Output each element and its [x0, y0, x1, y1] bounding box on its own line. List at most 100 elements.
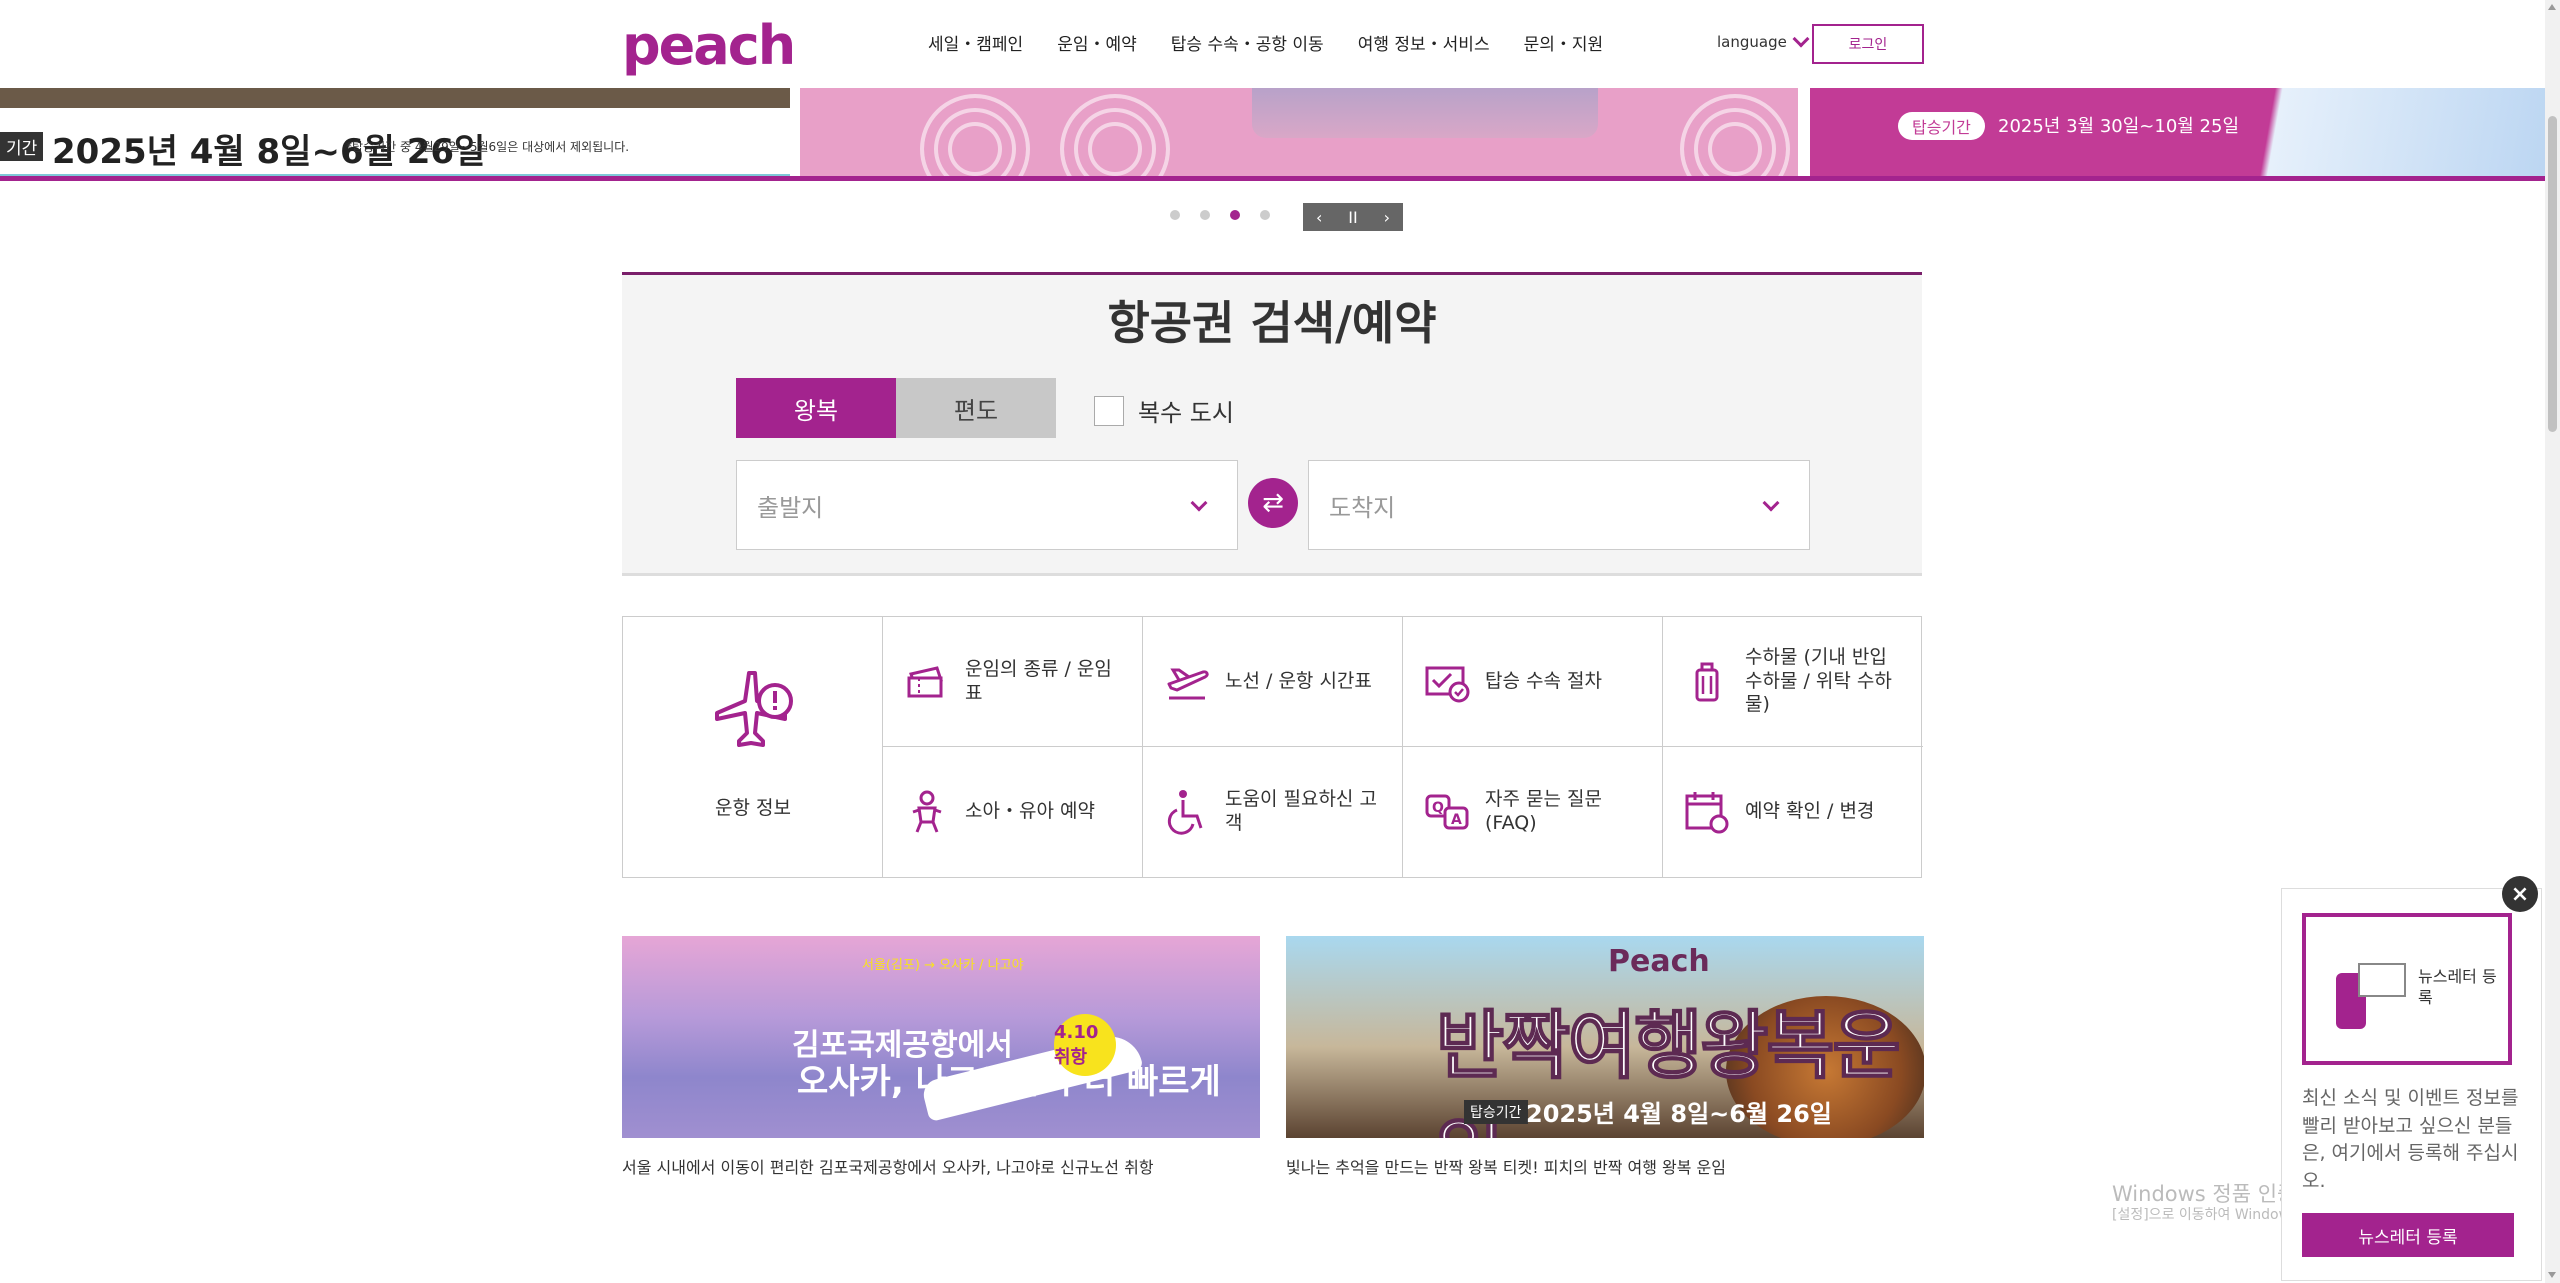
quick-checkin-label: 탑승 수속 절차 — [1485, 669, 1602, 692]
banner-period-tag: 기간 — [0, 132, 44, 161]
carousel-dot[interactable] — [1170, 210, 1180, 220]
quick-assistance[interactable]: 도움이 필요하신 고객 — [1143, 747, 1403, 877]
ticket-icon — [907, 665, 943, 697]
prev-icon[interactable]: ‹ — [1316, 208, 1322, 227]
scroll-up-icon[interactable] — [2548, 4, 2556, 10]
plane-alert-icon — [715, 671, 793, 747]
promo-brand: Peach — [1608, 944, 1710, 979]
promo-image-sparkle: Peach 반짝여행왕복운임 탑승기간 2025년 4월 8일~6월 26일 — [1286, 936, 1924, 1138]
baby-icon — [912, 790, 942, 833]
pause-icon[interactable]: II — [1348, 208, 1357, 227]
promo-image-gimpo: 서울(김포) → 오사카 / 나고야 김포국제공항에서 오사카, 나고야까지 더… — [622, 936, 1260, 1138]
swap-icon[interactable]: ⇄ — [1248, 478, 1298, 528]
banner-photo — [1252, 88, 1598, 138]
envelope-icon — [2358, 963, 2406, 997]
newsletter-description: 최신 소식 및 이벤트 정보를 빨리 받아보고 싶으신 분들은, 여기에서 등록… — [2302, 1087, 2519, 1192]
nav-checkin[interactable]: 탑승 수속・공항 이동 — [1171, 30, 1324, 55]
language-selector[interactable]: language — [1717, 30, 1810, 51]
chevron-down-icon — [1792, 30, 1810, 48]
multi-city-label: 복수 도시 — [1138, 399, 1234, 427]
quick-menu: 운항 정보 운임의 종류 / 운임표 노선 / 운항 시간표 탑승 수속 절차 … — [622, 616, 1923, 878]
chevron-down-icon — [1190, 494, 1208, 512]
newsletter-graphic-label: 뉴스레터 등록 — [2418, 967, 2497, 1007]
promo-card-gimpo[interactable]: 서울(김포) → 오사카 / 나고야 김포국제공항에서 오사카, 나고야까지 더… — [622, 936, 1260, 1178]
quick-fare-types-label: 운임의 종류 / 운임표 — [965, 657, 1112, 704]
quick-flight-status-label: 운항 정보 — [715, 797, 791, 819]
quick-infant-label: 소아・유아 예약 — [965, 800, 1095, 823]
quick-manage-booking[interactable]: 예약 확인 / 변경 — [1663, 747, 1923, 877]
newsletter-subscribe-button[interactable]: 뉴스레터 등록 — [2302, 1213, 2514, 1257]
quick-manage-booking-label: 예약 확인 / 변경 — [1745, 800, 1875, 823]
luggage-icon — [1695, 662, 1719, 701]
departure-select[interactable]: 출발지 — [736, 460, 1238, 550]
flight-search: 항공권 검색/예약 왕복 편도 복수 도시 출발지 ⇄ 도착지 — [622, 272, 1922, 576]
newsletter-graphic[interactable]: 뉴스레터 등록 — [2302, 913, 2512, 1065]
tab-round-trip[interactable]: 왕복 — [736, 378, 896, 438]
hero-carousel: 기간 2025년 4월 8일~6월 26일 *탑승기간 중 4월29일~5월6일… — [0, 88, 2545, 182]
nav-sale[interactable]: 세일・캠페인 — [928, 30, 1023, 55]
page: peach 세일・캠페인 운임・예약 탑승 수속・공항 이동 여행 정보・서비스… — [0, 0, 2560, 1283]
promo-route: 서울(김포) → 오사카 / 나고야 — [862, 958, 1024, 973]
carousel-controls: ‹ II › — [1303, 203, 1403, 231]
quick-routes[interactable]: 노선 / 운항 시간표 — [1143, 617, 1403, 747]
scroll-down-icon[interactable] — [2548, 1272, 2556, 1278]
login-button[interactable]: 로그인 — [1812, 24, 1924, 64]
promo-period-tag: 탑승기간 — [1464, 1100, 1528, 1124]
peach-logo[interactable]: peach — [622, 14, 796, 77]
next-icon[interactable]: › — [1384, 208, 1390, 227]
site-header: peach 세일・캠페인 운임・예약 탑승 수속・공항 이동 여행 정보・서비스… — [0, 0, 2545, 88]
plane-departure-icon — [1167, 668, 1209, 699]
nav-travel-info[interactable]: 여행 정보・서비스 — [1358, 30, 1490, 55]
promo-caption[interactable]: 빛나는 추억을 만드는 반짝 왕복 티켓! 피치의 반짝 여행 왕복 운임 — [1286, 1154, 1924, 1178]
wave-pattern — [1680, 94, 1790, 176]
banner-slide-1[interactable]: 기간 2025년 4월 8일~6월 26일 *탑승기간 중 4월29일~5월6일… — [0, 88, 790, 176]
search-title: 항공권 검색/예약 — [1107, 296, 1437, 350]
promo-caption[interactable]: 서울 시내에서 이동이 편리한 김포국제공항에서 오사카, 나고야로 신규노선 … — [622, 1154, 1260, 1178]
page-scrollbar[interactable] — [2545, 0, 2560, 1283]
nav-support[interactable]: 문의・지원 — [1524, 30, 1604, 55]
boarding-pass-check-icon — [1425, 666, 1470, 702]
quick-baggage[interactable]: 수하물 (기내 반입 수하물 / 위탁 수하물) — [1663, 617, 1923, 747]
promo-card-sparkle[interactable]: Peach 반짝여행왕복운임 탑승기간 2025년 4월 8일~6월 26일 빛… — [1286, 936, 1924, 1178]
close-icon[interactable]: × — [2502, 876, 2538, 912]
quick-faq[interactable]: Q A 자주 묻는 질문 (FAQ) — [1403, 747, 1663, 877]
tab-one-way[interactable]: 편도 — [896, 378, 1056, 438]
arrival-select[interactable]: 도착지 — [1308, 460, 1810, 550]
promo-period-date: 2025년 4월 8일~6월 26일 — [1526, 1100, 1832, 1128]
banner-slide-2[interactable] — [800, 88, 1798, 176]
wheelchair-icon — [1167, 790, 1203, 835]
multi-city-checkbox[interactable] — [1094, 395, 1124, 426]
multi-city-option[interactable]: 복수 도시 — [1094, 393, 1234, 428]
banner-slide-3[interactable]: 탑승기간 2025년 3월 30일~10월 25일 — [1810, 88, 2545, 176]
carousel-dot[interactable] — [1200, 210, 1210, 220]
quick-fare-types[interactable]: 운임의 종류 / 운임표 — [883, 617, 1143, 747]
carousel-dot[interactable] — [1260, 210, 1270, 220]
scrollbar-thumb[interactable] — [2548, 116, 2557, 432]
language-label: language — [1717, 33, 1787, 51]
banner-photo — [0, 88, 790, 108]
banner-period-tag: 탑승기간 — [1898, 112, 1985, 140]
svg-text:Q: Q — [1432, 800, 1444, 816]
calendar-icon — [1685, 792, 1729, 834]
carousel-dots — [1170, 210, 1270, 220]
trip-type-tabs: 왕복 편도 — [736, 378, 1056, 438]
newsletter-popup: 뉴스레터 등록 최신 소식 및 이벤트 정보를 빨리 받아보고 싶으신 분들은,… — [2281, 888, 2542, 1281]
quick-routes-label: 노선 / 운항 시간표 — [1225, 669, 1372, 692]
promo-badge: 4.10 취항 — [1054, 1014, 1116, 1076]
banner-note: *탑승기간 중 4월29일~5월6일은 대상에서 제외됩니다. — [346, 140, 630, 154]
promo-headline-1: 김포국제공항에서 — [792, 1028, 1013, 1063]
banner-period-date: 2025년 3월 30일~10월 25일 — [1998, 116, 2240, 137]
carousel-dot-active[interactable] — [1230, 210, 1240, 220]
wave-pattern — [1060, 94, 1170, 176]
quick-faq-label: 자주 묻는 질문 (FAQ) — [1485, 788, 1602, 834]
main-nav: 세일・캠페인 운임・예약 탑승 수속・공항 이동 여행 정보・서비스 문의・지원 — [928, 30, 1603, 55]
nav-fares[interactable]: 운임・예약 — [1057, 30, 1137, 55]
promo-headline-2: 오사카, 나고야까지 더 빠르게 — [797, 1062, 1221, 1102]
quick-infant[interactable]: 소아・유아 예약 — [883, 747, 1143, 877]
wave-pattern — [920, 94, 1030, 176]
departure-placeholder: 출발지 — [757, 493, 824, 522]
faq-icon: Q A — [1425, 794, 1469, 830]
quick-checkin[interactable]: 탑승 수속 절차 — [1403, 617, 1663, 747]
quick-flight-status[interactable]: 운항 정보 — [623, 617, 883, 877]
quick-baggage-label: 수하물 (기내 반입 수하물 / 위탁 수하물) — [1745, 645, 1892, 716]
